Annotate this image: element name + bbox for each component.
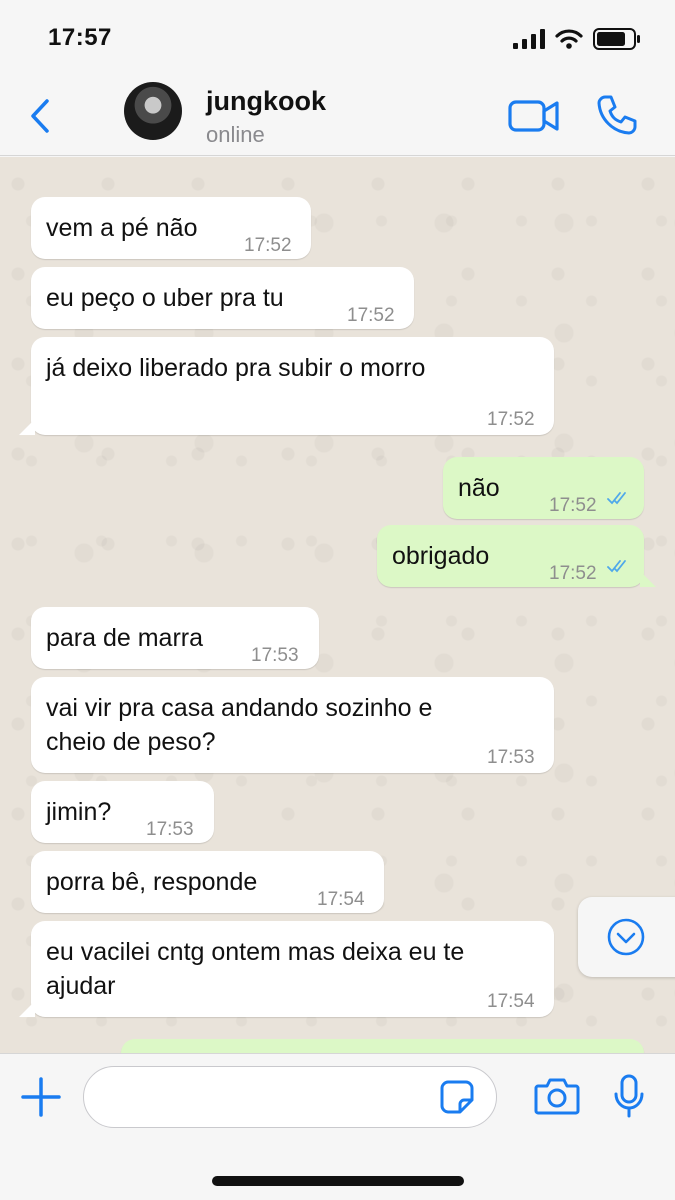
message-time: 17:53 — [487, 747, 535, 768]
message-bubble-incoming[interactable]: já deixo liberado pra subir o morro 17:5… — [19, 337, 554, 435]
message-text: vai vir pra casa andando sozinho e — [46, 694, 433, 722]
message-text: porra bê, responde — [46, 868, 258, 896]
read-ticks-icon — [607, 492, 626, 505]
status-bar: 17:57 — [0, 0, 675, 78]
message-bubble-incoming[interactable]: eu vacilei cntg ontem mas deixa eu te aj… — [19, 921, 554, 1017]
message-time: 17:52 — [549, 563, 597, 584]
home-indicator — [212, 1176, 464, 1186]
plus-icon — [21, 1077, 61, 1117]
voice-call-button[interactable] — [596, 94, 638, 136]
message-text: não — [458, 474, 500, 502]
contact-status: online — [206, 122, 265, 147]
battery-icon — [593, 28, 640, 50]
wifi-icon — [555, 29, 583, 49]
read-ticks-icon — [607, 560, 626, 573]
bubble-tail — [19, 419, 35, 435]
video-camera-icon — [508, 100, 559, 132]
message-bubble-outgoing-partial[interactable] — [121, 1039, 644, 1053]
phone-icon — [597, 95, 637, 135]
message-time: 17:53 — [251, 645, 299, 666]
message-text: obrigado — [392, 542, 490, 570]
bubble-tail — [19, 1001, 35, 1017]
microphone-icon — [614, 1074, 644, 1118]
message-time: 17:52 — [487, 409, 535, 430]
message-time: 17:52 — [244, 235, 292, 256]
input-bar — [0, 1053, 675, 1200]
back-button[interactable] — [22, 94, 58, 138]
message-bubble-incoming[interactable]: eu peço o uber pra tu 17:52 — [31, 267, 414, 329]
message-text: já deixo liberado pra subir o morro — [46, 354, 426, 382]
message-bubble-incoming[interactable]: jimin? 17:53 — [31, 781, 214, 843]
video-call-button[interactable] — [508, 96, 560, 136]
message-bubble-incoming[interactable]: vai vir pra casa andando sozinho e cheio… — [31, 677, 554, 773]
sticker-icon — [440, 1080, 474, 1114]
message-time: 17:52 — [549, 495, 597, 516]
status-icons — [513, 26, 641, 52]
back-chevron-icon — [31, 99, 49, 133]
camera-icon — [534, 1078, 580, 1115]
bubble-tail — [640, 571, 656, 587]
message-text-line-2: cheio de peso? — [46, 728, 216, 756]
message-bubble-incoming[interactable]: para de marra 17:53 — [31, 607, 319, 669]
chat-area[interactable]: vem a pé não 17:52 eu peço o uber pra tu… — [0, 157, 675, 1053]
message-time: 17:54 — [317, 889, 365, 910]
message-text: vem a pé não — [46, 214, 198, 242]
attach-button[interactable] — [20, 1076, 62, 1118]
message-text-line-2: ajudar — [46, 972, 116, 1000]
contact-name[interactable]: jungkook — [206, 86, 326, 117]
message-bubble-incoming[interactable]: porra bê, responde 17:54 — [31, 851, 384, 913]
chevron-down-circle-icon — [607, 918, 645, 956]
camera-button[interactable] — [534, 1076, 580, 1116]
status-time: 17:57 — [48, 24, 112, 51]
scroll-to-bottom-button[interactable] — [578, 897, 675, 977]
message-text: eu vacilei cntg ontem mas deixa eu te — [46, 938, 465, 966]
message-bubble-outgoing[interactable]: obrigado 17:52 — [377, 525, 656, 587]
message-text: eu peço o uber pra tu — [46, 284, 284, 312]
avatar[interactable] — [124, 82, 182, 140]
message-bubble-incoming[interactable]: vem a pé não 17:52 — [31, 197, 311, 259]
message-time: 17:54 — [487, 991, 535, 1012]
message-text: para de marra — [46, 624, 204, 652]
message-bubble-outgoing[interactable]: não 17:52 — [443, 457, 644, 519]
message-time: 17:52 — [347, 305, 395, 326]
signal-icon — [513, 29, 545, 49]
microphone-button[interactable] — [614, 1074, 644, 1118]
message-input[interactable] — [83, 1066, 497, 1128]
message-text: jimin? — [46, 798, 112, 826]
message-time: 17:53 — [146, 819, 194, 840]
sticker-button[interactable] — [440, 1080, 474, 1114]
chat-header: jungkook online — [0, 78, 675, 156]
